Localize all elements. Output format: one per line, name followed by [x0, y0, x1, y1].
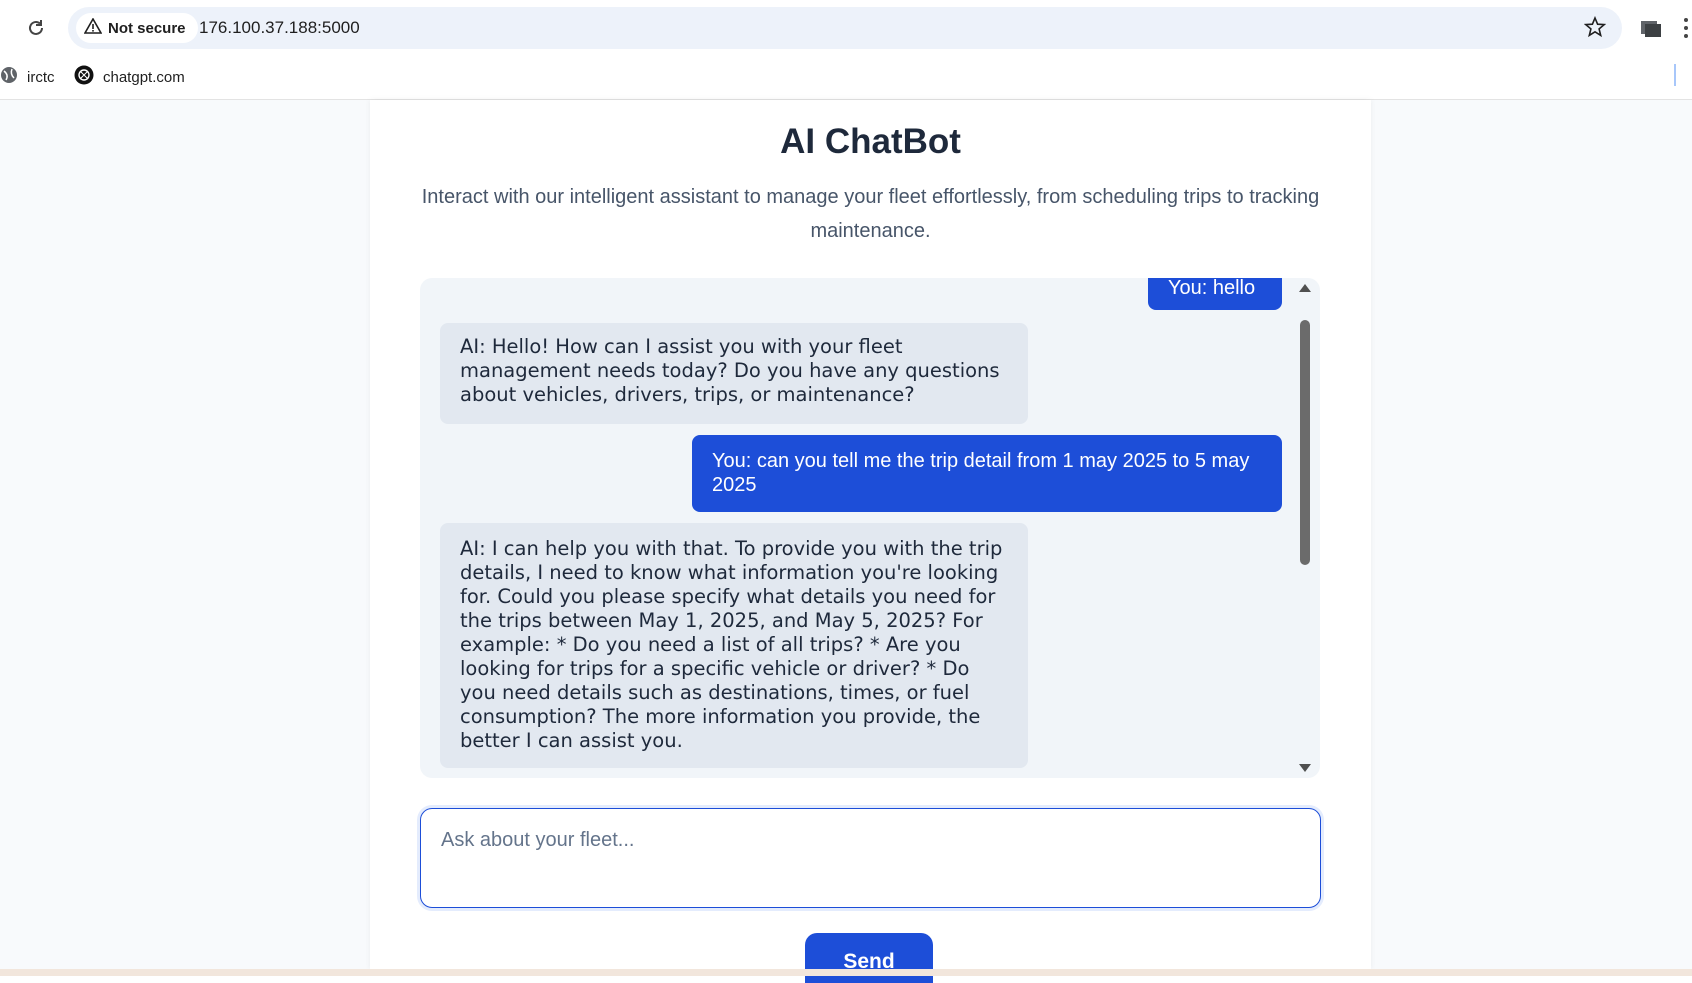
address-bar[interactable]: Not secure 176.100.37.188:5000	[68, 7, 1622, 49]
user-message: You: can you tell me the trip detail fro…	[692, 435, 1282, 512]
ai-message: AI: Hello! How can I assist you with you…	[440, 323, 1028, 424]
bottom-strip	[0, 969, 1692, 976]
url-text[interactable]: 176.100.37.188:5000	[199, 18, 360, 38]
ai-message: AI: I can help you with that. To provide…	[440, 523, 1028, 768]
scrollbar-thumb[interactable]	[1300, 320, 1310, 565]
security-chip[interactable]: Not secure	[76, 13, 198, 43]
browser-toolbar: Not secure 176.100.37.188:5000	[0, 0, 1692, 56]
menu-icon[interactable]	[1680, 16, 1692, 40]
bookmark-star-icon[interactable]	[1583, 15, 1607, 43]
page-subtitle: Interact with our intelligent assistant …	[421, 186, 1320, 242]
chatbot-card: AI ChatBot Interact with our intelligent…	[370, 100, 1371, 983]
reload-icon[interactable]	[22, 14, 50, 42]
page-title: AI ChatBot	[780, 122, 961, 161]
bookmark-chatgpt[interactable]: chatgpt.com	[74, 64, 185, 90]
user-message: You: hello	[1148, 278, 1282, 310]
page-viewport: AI ChatBot Interact with our intelligent…	[0, 100, 1692, 983]
scroll-down-arrow-icon[interactable]	[1299, 764, 1311, 772]
chatgpt-icon	[74, 65, 94, 89]
bookmark-label: chatgpt.com	[103, 68, 185, 86]
bookmark-irctc[interactable]: irctc	[0, 64, 55, 90]
scroll-up-arrow-icon[interactable]	[1299, 284, 1311, 292]
bookmarks-bar: irctc chatgpt.com	[0, 56, 1692, 100]
globe-icon	[0, 66, 18, 88]
warning-icon	[83, 17, 103, 38]
chat-scrollbar[interactable]	[1296, 278, 1314, 778]
security-label: Not secure	[108, 19, 186, 37]
bookmarks-divider	[1674, 64, 1676, 86]
chat-window[interactable]: You: hello AI: Hello! How can I assist y…	[420, 278, 1320, 778]
bookmark-label: irctc	[27, 68, 55, 86]
tab-search-icon[interactable]	[1640, 18, 1662, 38]
input-placeholder: Ask about your fleet...	[441, 829, 635, 851]
message-input[interactable]: Ask about your fleet...	[420, 808, 1321, 908]
